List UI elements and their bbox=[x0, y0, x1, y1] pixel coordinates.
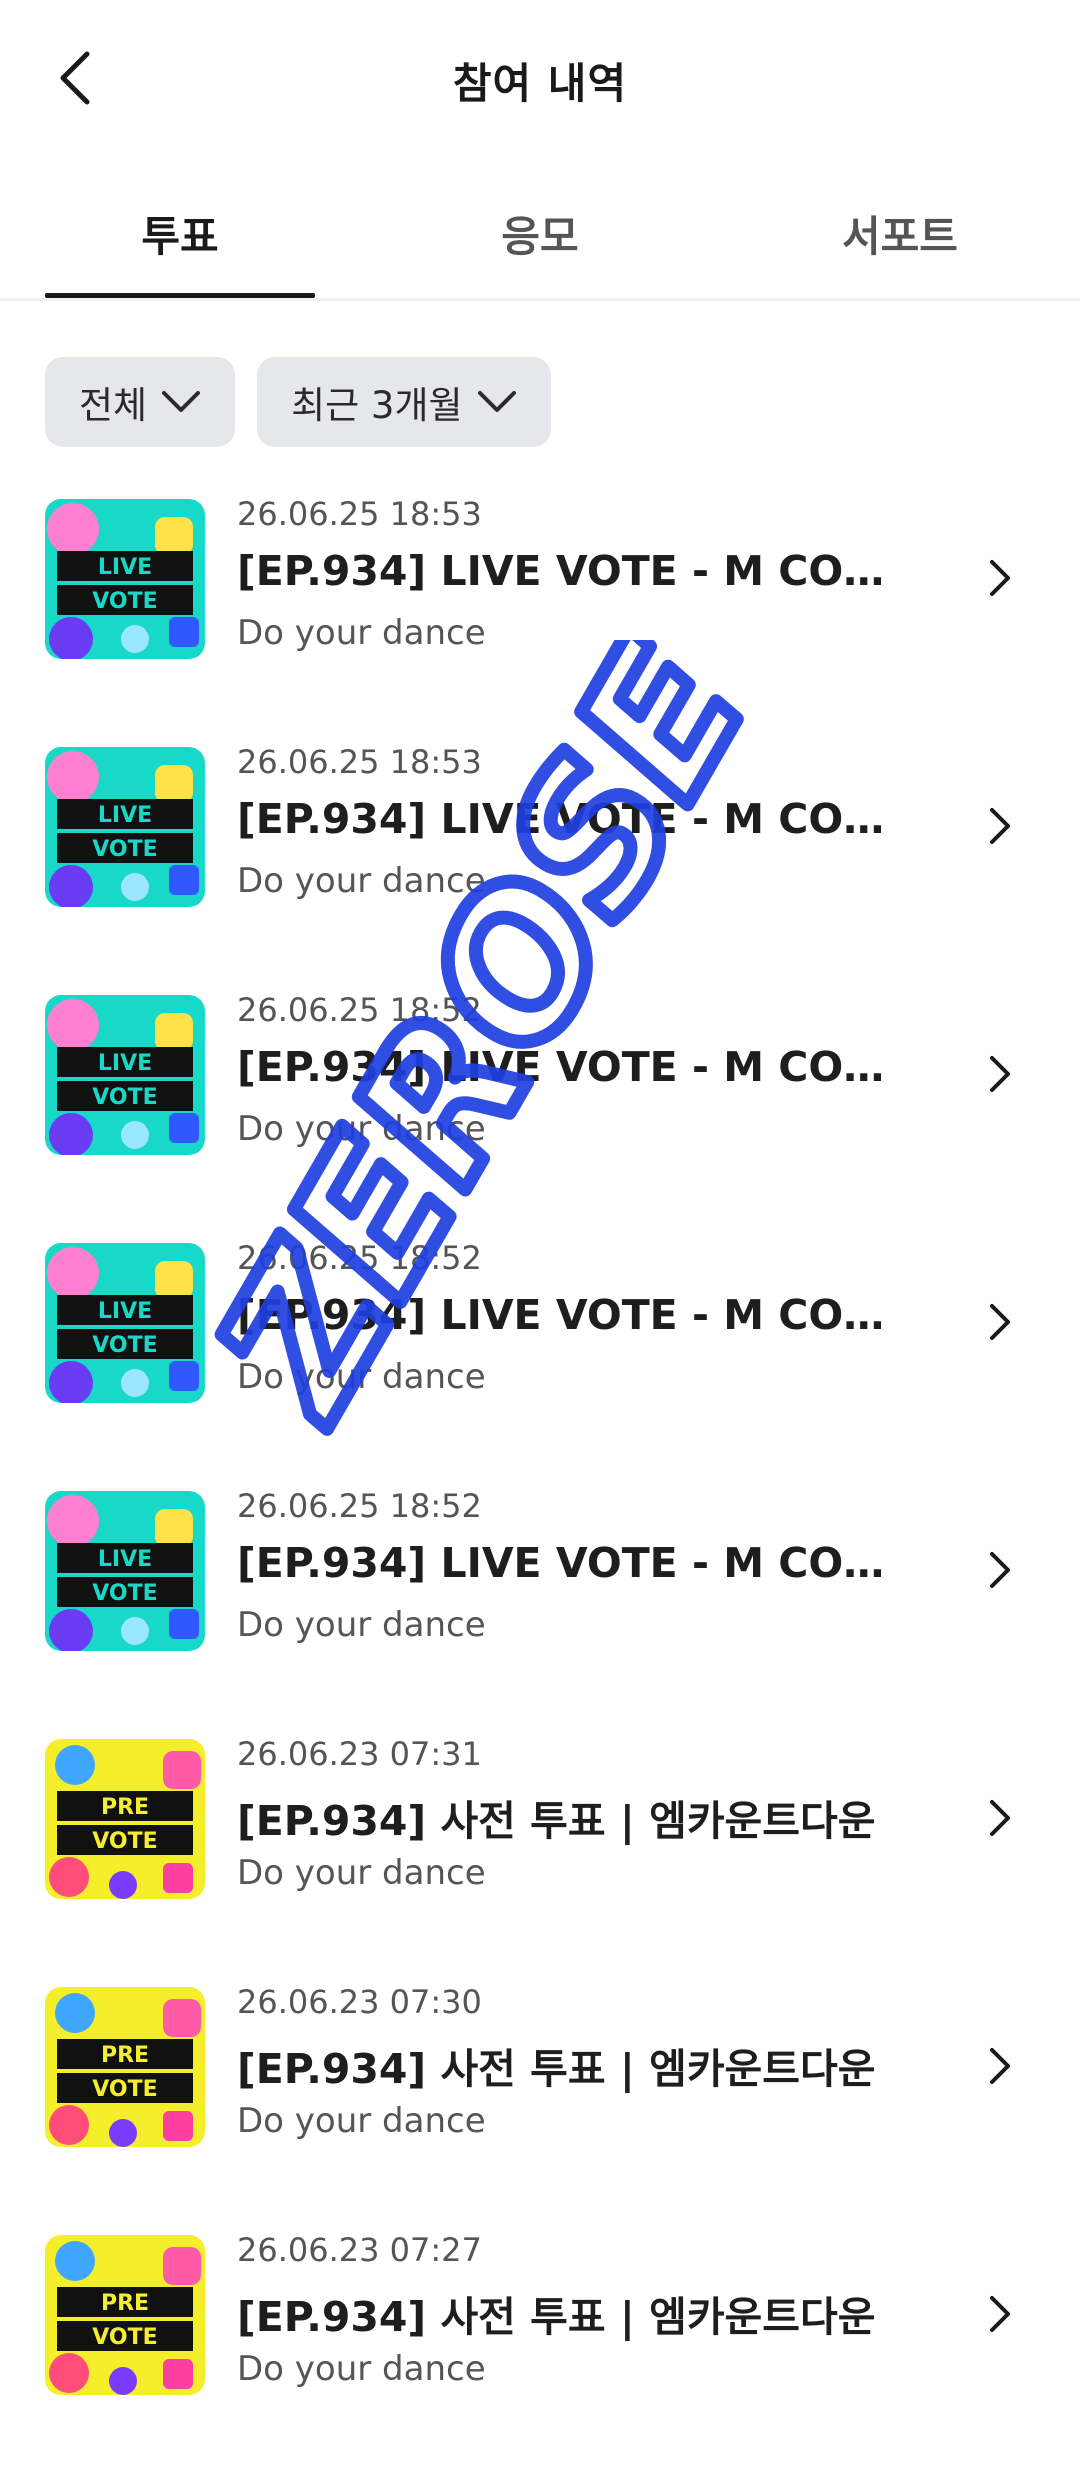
live-vote-thumbnail-art: LIVE VOTE bbox=[45, 499, 205, 659]
thumbnail-label-line1: LIVE bbox=[98, 1051, 152, 1076]
pre-vote-thumbnail-art: PRE VOTE bbox=[45, 2235, 205, 2395]
item-subtitle: Do your dance bbox=[237, 1605, 486, 1645]
chevron-down-icon bbox=[477, 391, 516, 412]
item-subtitle: Do your dance bbox=[237, 613, 486, 653]
chevron-right-icon bbox=[975, 1545, 1025, 1595]
thumbnail-label-line1: PRE bbox=[101, 2043, 149, 2068]
vote-thumbnail: LIVE VOTE bbox=[45, 995, 205, 1155]
thumbnail-label-line1: LIVE bbox=[98, 803, 152, 828]
item-title: [EP.934] 사전 투표 | 엠카운트다운 bbox=[237, 2045, 876, 2093]
live-vote-thumbnail-art: LIVE VOTE bbox=[45, 1243, 205, 1403]
vote-thumbnail: LIVE VOTE bbox=[45, 499, 205, 659]
chevron-right-icon bbox=[975, 2041, 1025, 2091]
item-date: 26.06.25 18:52 bbox=[237, 991, 482, 1029]
thumbnail-label-line2: VOTE bbox=[92, 1829, 157, 1854]
chevron-down-icon bbox=[162, 391, 201, 412]
item-subtitle: Do your dance bbox=[237, 2101, 486, 2141]
thumbnail-label-line2: VOTE bbox=[92, 2077, 157, 2102]
thumbnail-label-line1: PRE bbox=[101, 1795, 149, 1820]
vote-thumbnail: LIVE VOTE bbox=[45, 747, 205, 907]
pre-vote-thumbnail-art: PRE VOTE bbox=[45, 1739, 205, 1899]
item-date: 26.06.25 18:53 bbox=[237, 743, 482, 781]
item-title: [EP.934] LIVE VOTE - M COUNTDOWN bbox=[237, 1291, 917, 1339]
item-date: 26.06.23 07:30 bbox=[237, 1983, 482, 2021]
thumbnail-label-line2: VOTE bbox=[92, 589, 157, 614]
list-item[interactable]: LIVE VOTE 26.06.25 18:53 [EP.934] LIVE V… bbox=[0, 743, 1080, 991]
live-vote-thumbnail-art: LIVE VOTE bbox=[45, 1491, 205, 1651]
participation-list: LIVE VOTE 26.06.25 18:53 [EP.934] LIVE V… bbox=[0, 495, 1080, 2479]
vote-thumbnail: LIVE VOTE bbox=[45, 1491, 205, 1651]
tab-vote[interactable]: 투표 bbox=[45, 175, 315, 301]
chevron-right-icon bbox=[975, 1297, 1025, 1347]
tab-entry[interactable]: 응모 bbox=[405, 175, 675, 301]
item-title: [EP.934] LIVE VOTE - M COUNTDOWN bbox=[237, 795, 917, 843]
list-item[interactable]: LIVE VOTE 26.06.25 18:53 [EP.934] LIVE V… bbox=[0, 495, 1080, 743]
item-title: [EP.934] LIVE VOTE - M COUNTDOWN bbox=[237, 547, 917, 595]
chevron-right-icon bbox=[975, 1793, 1025, 1843]
thumbnail-label-line2: VOTE bbox=[92, 1085, 157, 1110]
item-subtitle: Do your dance bbox=[237, 1853, 486, 1893]
category-filter-dropdown[interactable]: 전체 bbox=[45, 357, 236, 447]
thumbnail-label-line1: LIVE bbox=[98, 1299, 152, 1324]
item-title: [EP.934] 사전 투표 | 엠카운트다운 bbox=[237, 2293, 876, 2341]
live-vote-thumbnail-art: LIVE VOTE bbox=[45, 995, 205, 1155]
item-subtitle: Do your dance bbox=[237, 1109, 486, 1149]
filter-bar: 전체 최근 3개월 bbox=[45, 357, 551, 447]
list-item[interactable]: PRE VOTE 26.06.23 07:30 [EP.934] 사전 투표 |… bbox=[0, 1983, 1080, 2231]
vote-thumbnail: PRE VOTE bbox=[45, 2235, 205, 2395]
item-subtitle: Do your dance bbox=[237, 861, 486, 901]
period-filter-label: 최근 3개월 bbox=[291, 384, 463, 427]
category-filter-label: 전체 bbox=[79, 384, 148, 427]
list-item[interactable]: LIVE VOTE 26.06.25 18:52 [EP.934] LIVE V… bbox=[0, 1487, 1080, 1735]
item-title: [EP.934] 사전 투표 | 엠카운트다운 bbox=[237, 1797, 876, 1845]
active-tab-indicator bbox=[45, 293, 315, 298]
chevron-right-icon bbox=[975, 553, 1025, 603]
top-app-bar: 참여 내역 bbox=[0, 0, 1080, 160]
vote-thumbnail: PRE VOTE bbox=[45, 1987, 205, 2147]
tab-support[interactable]: 서포트 bbox=[765, 175, 1035, 301]
thumbnail-label-line1: LIVE bbox=[98, 1547, 152, 1572]
thumbnail-label-line2: VOTE bbox=[92, 837, 157, 862]
list-item[interactable]: LIVE VOTE 26.06.25 18:52 [EP.934] LIVE V… bbox=[0, 991, 1080, 1239]
chevron-right-icon bbox=[975, 2289, 1025, 2339]
thumbnail-label-line1: PRE bbox=[101, 2291, 149, 2316]
item-subtitle: Do your dance bbox=[237, 1357, 486, 1397]
item-title: [EP.934] LIVE VOTE - M COUNTDOWN bbox=[237, 1539, 917, 1587]
item-date: 26.06.23 07:31 bbox=[237, 1735, 482, 1773]
list-item[interactable]: PRE VOTE 26.06.23 07:31 [EP.934] 사전 투표 |… bbox=[0, 1735, 1080, 1983]
thumbnail-label-line1: LIVE bbox=[98, 555, 152, 580]
thumbnail-label-line2: VOTE bbox=[92, 1333, 157, 1358]
page-title: 참여 내역 bbox=[452, 59, 628, 108]
list-item[interactable]: LIVE VOTE 26.06.25 18:52 [EP.934] LIVE V… bbox=[0, 1239, 1080, 1487]
chevron-right-icon bbox=[975, 801, 1025, 851]
item-date: 26.06.23 07:27 bbox=[237, 2231, 482, 2269]
vote-thumbnail: LIVE VOTE bbox=[45, 1243, 205, 1403]
thumbnail-label-line2: VOTE bbox=[92, 1581, 157, 1606]
thumbnail-label-line2: VOTE bbox=[92, 2325, 157, 2350]
item-date: 26.06.25 18:52 bbox=[237, 1239, 482, 1277]
live-vote-thumbnail-art: LIVE VOTE bbox=[45, 747, 205, 907]
item-date: 26.06.25 18:53 bbox=[237, 495, 482, 533]
item-date: 26.06.25 18:52 bbox=[237, 1487, 482, 1525]
item-subtitle: Do your dance bbox=[237, 2349, 486, 2389]
pre-vote-thumbnail-art: PRE VOTE bbox=[45, 1987, 205, 2147]
tab-bar: 투표 응모 서포트 bbox=[0, 175, 1080, 301]
item-title: [EP.934] LIVE VOTE - M COUNTDOWN bbox=[237, 1043, 917, 1091]
list-item[interactable]: PRE VOTE 26.06.23 07:27 [EP.934] 사전 투표 |… bbox=[0, 2231, 1080, 2479]
period-filter-dropdown[interactable]: 최근 3개월 bbox=[257, 357, 551, 447]
vote-thumbnail: PRE VOTE bbox=[45, 1739, 205, 1899]
chevron-right-icon bbox=[975, 1049, 1025, 1099]
